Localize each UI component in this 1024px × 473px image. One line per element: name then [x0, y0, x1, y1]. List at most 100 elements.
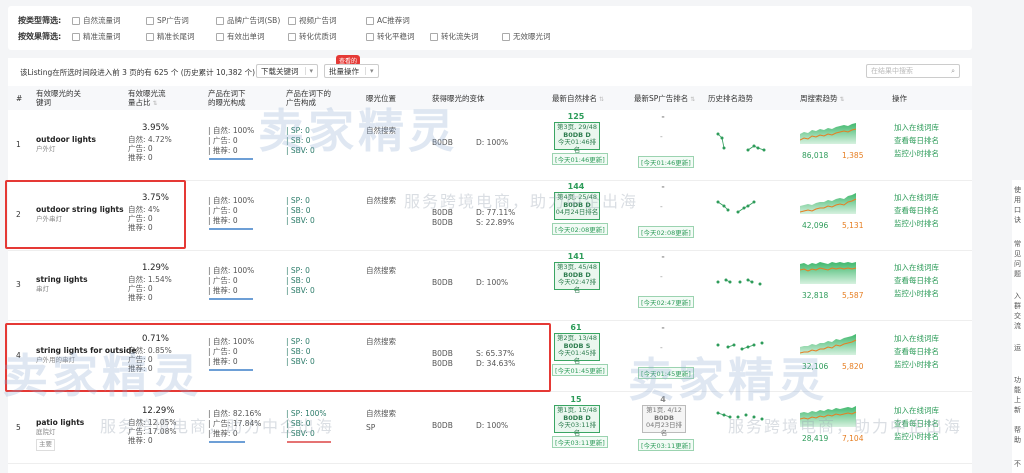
filter-video[interactable]: 视频广告词	[288, 15, 337, 26]
search-volume-area	[800, 193, 856, 214]
search-trend-chart[interactable]	[800, 190, 858, 214]
natural-rank-box[interactable]: 第3页, 29/48 B0DB D 今天01:46排名	[554, 122, 600, 153]
filter-precise-traffic[interactable]: 精准流量词	[72, 31, 121, 42]
filter-invalid-exposure[interactable]: 无效曝光词	[502, 31, 551, 42]
history-rank-segment	[747, 201, 755, 207]
sp-rank-value[interactable]: -	[648, 182, 678, 191]
daily-rank-link[interactable]: 查看每日排名	[894, 205, 939, 216]
history-rank-sparkline[interactable]	[714, 268, 774, 298]
daily-rank-link[interactable]: 查看每日排名	[894, 346, 939, 357]
hourly-monitor-link[interactable]: 监控小时排名	[894, 359, 939, 370]
hourly-monitor-link[interactable]: 监控小时排名	[894, 288, 939, 299]
batch-operation-button[interactable]: 批量操作 ▾	[324, 64, 379, 78]
variant-asin[interactable]: B0DB	[432, 278, 453, 288]
natural-rank-box[interactable]: 第2页, 13/48 B0DB S 今天01:45排名	[554, 333, 600, 364]
summary-text: 该Listing在所选时间段进入前 3 页的有 625 个 (历史累计 10,3…	[20, 68, 256, 77]
chevron-down-icon: ▾	[365, 67, 374, 75]
variant-share: D: 100%	[476, 421, 509, 430]
add-to-wordbank-link[interactable]: 加入在线词库	[894, 333, 939, 344]
search-input[interactable]: 在结果中搜索 ⌕	[866, 64, 960, 78]
right-help-sidebar[interactable]: 使 用 口 诀 常 见 问 题 入 群 交 流 运 功 能 上 新 帮 助 不	[1012, 180, 1024, 473]
composition-recommend: | 推荐: 0	[208, 286, 238, 295]
col-sp-rank[interactable]: 最新SP广告排名 ⇅	[634, 94, 695, 104]
natural-rank-update: [今天01:46更新]	[552, 153, 608, 165]
col-idx: #	[16, 94, 23, 103]
download-keywords-button[interactable]: 下载关键词 ▾	[256, 64, 319, 78]
daily-rank-link[interactable]: 查看每日排名	[894, 275, 939, 286]
keyword-text[interactable]: string lights	[36, 275, 88, 285]
row-index: 1	[16, 140, 21, 149]
col-natural-rank[interactable]: 最新自然排名 ⇅	[552, 94, 604, 104]
composition-natural: | 自然: 100%	[208, 266, 255, 275]
sp-rank-update: [今天01:46更新]	[638, 156, 694, 168]
filter-quality-conv[interactable]: 转化优质词	[288, 31, 337, 42]
filter-sb[interactable]: 品牌广告词(SB)	[216, 15, 280, 26]
rank-time: 今天01:45排名	[557, 349, 597, 365]
filter-stable-conv[interactable]: 转化平稳词	[366, 31, 415, 42]
history-rank-sparkline[interactable]	[714, 198, 774, 228]
keyword-translation: 户外灯	[36, 145, 56, 153]
search-trend-chart[interactable]	[800, 120, 858, 144]
trend-rank-value: 5,820	[842, 362, 864, 371]
composition-bar	[209, 228, 253, 230]
table-row: 1 outdoor lights 户外灯 3.95% 自然: 4.72% 广告: 0 推荐:…	[8, 110, 972, 181]
hourly-monitor-link[interactable]: 监控小时排名	[894, 218, 939, 229]
trend-rank-value: 1,385	[842, 151, 864, 160]
keyword-text[interactable]: outdoor lights	[36, 135, 96, 145]
share-recommend: 推荐: 0	[128, 293, 153, 302]
highlight-box-row-2	[5, 180, 186, 249]
variant-asin[interactable]: B0DB	[432, 218, 453, 228]
composition-bar	[209, 158, 253, 160]
sp-rank-value[interactable]: -	[648, 112, 678, 121]
row-index: 3	[16, 280, 21, 289]
keyword-translation: 庭院灯	[36, 428, 56, 436]
filter-natural[interactable]: 自然流量词	[72, 15, 121, 26]
add-to-wordbank-link[interactable]: 加入在线词库	[894, 192, 939, 203]
hourly-monitor-link[interactable]: 监控小时排名	[894, 148, 939, 159]
ad-sp: | SP: 0	[286, 196, 310, 205]
natural-rank-value[interactable]: 15	[558, 395, 594, 404]
col-share[interactable]: 有效曝光流量占比 ⇅	[128, 89, 168, 108]
natural-rank-value[interactable]: 125	[558, 112, 594, 121]
keyword-text[interactable]: patio lights	[36, 418, 84, 428]
variant-share: S: 22.89%	[476, 218, 515, 227]
ad-sb: | SB: 0	[286, 206, 311, 215]
filter-ac[interactable]: AC推荐词	[366, 15, 410, 26]
exposure-position: 自然搜索	[366, 196, 396, 205]
composition-natural: | 自然: 100%	[208, 196, 255, 205]
rank-time: 今天03:11排名	[557, 421, 597, 437]
rank-time: 今天02:47排名	[557, 278, 597, 294]
variant-asin[interactable]: B0DB	[432, 421, 453, 431]
sp-rank-value[interactable]: -	[648, 323, 678, 332]
filter-sp[interactable]: SP广告词	[146, 15, 189, 26]
natural-rank-box[interactable]: 第3页, 45/48 B0DB D 今天02:47排名	[554, 262, 600, 293]
variant-share: D: 100%	[476, 278, 509, 287]
ad-sbv: | SBV: 0	[286, 286, 315, 295]
search-volume-area	[800, 262, 856, 284]
daily-rank-link[interactable]: 查看每日排名	[894, 135, 939, 146]
watermark-logo: 卖家精灵	[2, 349, 202, 403]
col-history: 历史排名趋势	[708, 94, 753, 103]
filter-loss-conv[interactable]: 转化流失词	[430, 31, 479, 42]
ad-sp: | SP: 0	[286, 266, 310, 275]
watermark-logo: 卖家精灵	[628, 353, 828, 407]
share-total: 3.95%	[142, 123, 170, 133]
history-rank-point	[758, 282, 762, 286]
history-rank-segment	[717, 201, 725, 207]
watermark-logo: 卖家精灵	[258, 104, 458, 158]
add-to-wordbank-link[interactable]: 加入在线词库	[894, 122, 939, 133]
history-rank-segment	[747, 145, 755, 151]
add-to-wordbank-link[interactable]: 加入在线词库	[894, 262, 939, 273]
natural-rank-box[interactable]: 第1页, 15/48 B0DB D 今天03:11排名	[554, 405, 600, 436]
search-icon: ⌕	[951, 67, 955, 75]
natural-rank-value[interactable]: 61	[558, 323, 594, 332]
keyword-translation: 串灯	[36, 285, 49, 293]
filter-effective-order[interactable]: 有效出单词	[216, 31, 265, 42]
history-rank-sparkline[interactable]	[714, 128, 774, 158]
search-trend-chart[interactable]	[800, 260, 858, 284]
natural-rank-value[interactable]: 141	[558, 252, 594, 261]
filter-precise-longtail[interactable]: 精准长尾词	[146, 31, 195, 42]
composition-ad: | 广告: 0	[208, 136, 238, 145]
sp-rank-value[interactable]: -	[648, 252, 678, 261]
col-search-trend[interactable]: 周搜索趋势 ⇅	[800, 94, 845, 104]
